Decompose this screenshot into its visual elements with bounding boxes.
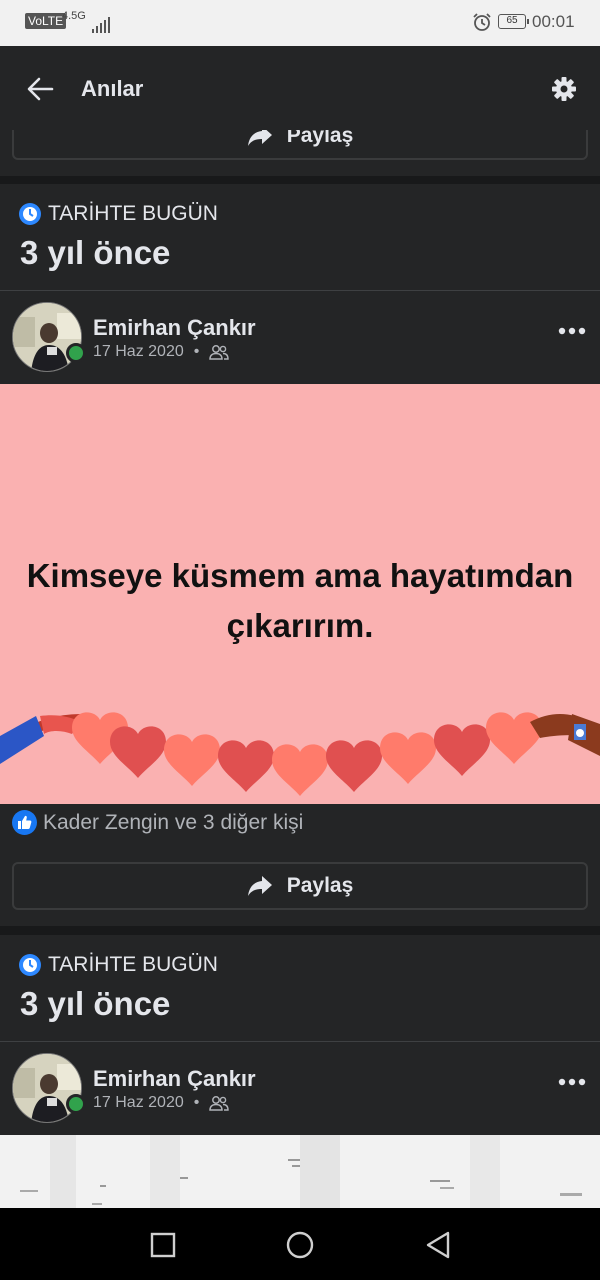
volte-indicator: VoLTE	[25, 13, 67, 29]
memory-label-text: TARİHTE BUGÜN	[48, 202, 218, 225]
back-nav-icon[interactable]	[424, 1230, 452, 1260]
meta-separator: •	[193, 1094, 200, 1111]
reactions-text: Kader Zengin ve 3 diğer kişi	[43, 810, 304, 834]
alarm-icon	[473, 13, 491, 31]
friends-audience-icon[interactable]	[209, 344, 230, 360]
author-name[interactable]: Emirhan Çankır	[93, 315, 256, 341]
share-button[interactable]: Paylaş	[12, 862, 588, 910]
more-options-icon[interactable]	[558, 1077, 586, 1087]
online-status-indicator	[66, 1094, 86, 1114]
years-ago: 3 yıl önce	[20, 234, 171, 271]
network-type: 4.5G	[62, 10, 86, 22]
online-status-indicator	[66, 343, 86, 363]
share-arrow-icon	[247, 876, 272, 896]
share-arrow-icon	[247, 130, 272, 146]
battery-icon: 65	[498, 14, 529, 29]
clock-time: 00:01	[532, 12, 575, 31]
reactions-summary[interactable]: Kader Zengin ve 3 diğer kişi	[12, 810, 303, 835]
hearts-garland-decoration	[0, 712, 600, 796]
post-image-content	[20, 1135, 582, 1208]
post-meta: 17 Haz 2020 •	[93, 1094, 230, 1112]
memory-label: TARİHTE BUGÜN	[18, 953, 218, 977]
share-label: Paylaş	[286, 130, 354, 147]
home-icon[interactable]	[286, 1231, 314, 1259]
memory-label-text: TARİHTE BUGÜN	[48, 953, 218, 976]
signal-icon	[92, 17, 110, 33]
clock-memory-icon	[19, 954, 41, 976]
post-date[interactable]: 17 Haz 2020	[93, 343, 184, 361]
author-name[interactable]: Emirhan Çankır	[93, 1066, 256, 1092]
post-background: Kimseye küsmem ama hayatımdan çıkarırım.	[0, 384, 600, 804]
like-icon	[12, 810, 37, 835]
share-label: Paylaş	[286, 874, 354, 897]
gear-icon[interactable]	[550, 75, 578, 103]
more-options-icon[interactable]	[558, 326, 586, 336]
system-nav-bar	[0, 1208, 600, 1280]
memory-header: TARİHTE BUGÜN 3 yıl önce	[0, 935, 600, 1041]
post-header: Emirhan Çankır 17 Haz 2020 •	[0, 1042, 600, 1135]
meta-separator: •	[193, 343, 200, 360]
share-button[interactable]: Paylaş	[12, 130, 588, 160]
app-header: Anılar	[0, 46, 600, 130]
page-title: Anılar	[81, 76, 144, 101]
recent-apps-icon[interactable]	[150, 1232, 176, 1258]
back-arrow-icon[interactable]	[24, 73, 56, 105]
friends-audience-icon[interactable]	[209, 1095, 230, 1111]
post-header: Emirhan Çankır 17 Haz 2020 •	[0, 291, 600, 384]
post-meta: 17 Haz 2020 •	[93, 343, 230, 361]
status-bar: VoLTE 4.5G 65 00:01	[0, 0, 600, 46]
memory-header: TARİHTE BUGÜN 3 yıl önce	[0, 184, 600, 290]
previous-post-footer: Paylaş	[0, 130, 600, 176]
post-date[interactable]: 17 Haz 2020	[93, 1094, 184, 1112]
memory-label: TARİHTE BUGÜN	[18, 202, 218, 226]
clock-memory-icon	[19, 203, 41, 225]
years-ago: 3 yıl önce	[20, 985, 171, 1022]
post-image[interactable]	[0, 1135, 600, 1208]
